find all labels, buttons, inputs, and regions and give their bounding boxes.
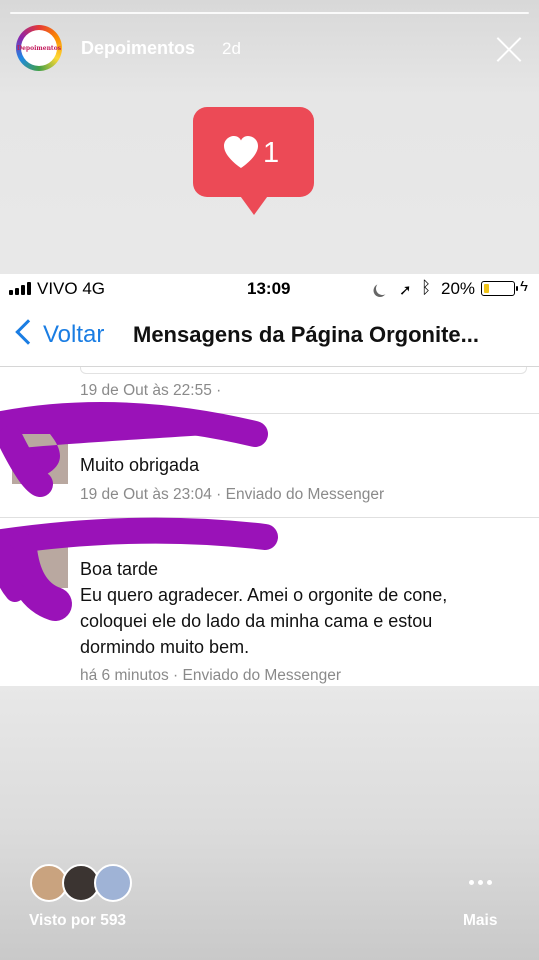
avatar-logo-text: Depoimentos bbox=[16, 44, 62, 52]
story-progress-bar bbox=[10, 12, 529, 14]
seen-by-count[interactable]: Visto por 593 bbox=[29, 912, 126, 930]
more-button[interactable]: Mais bbox=[463, 912, 497, 930]
messenger-screenshot: VIVO 4G 13:09 ➚ ᛒ 20% ϟ Voltar Mensagens… bbox=[0, 274, 539, 686]
like-notification-tail bbox=[238, 193, 270, 215]
story-avatar[interactable]: Depoimentos bbox=[16, 25, 62, 71]
story-time-ago: 2d bbox=[222, 39, 241, 58]
like-count: 1 bbox=[263, 137, 280, 169]
story-username[interactable]: Depoimentos bbox=[81, 38, 195, 59]
more-options-icon[interactable] bbox=[469, 880, 492, 885]
privacy-scribble bbox=[0, 402, 278, 621]
viewer-avatar[interactable] bbox=[94, 864, 132, 902]
close-icon[interactable] bbox=[496, 36, 523, 63]
heart-icon bbox=[224, 136, 258, 168]
